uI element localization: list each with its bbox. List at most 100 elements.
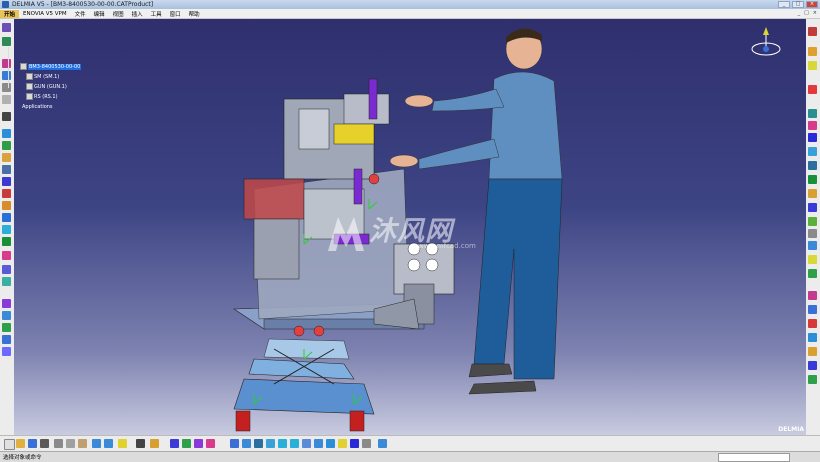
- tool-icon[interactable]: [808, 375, 817, 384]
- tool-icon[interactable]: [206, 439, 215, 448]
- menu-view[interactable]: 视图: [109, 10, 128, 18]
- tool-icon[interactable]: [2, 299, 11, 308]
- tool-icon[interactable]: [808, 305, 817, 314]
- tool-icon[interactable]: [808, 291, 817, 300]
- tool-icon[interactable]: [808, 203, 817, 212]
- tool-icon[interactable]: [808, 361, 817, 370]
- maximize-button[interactable]: □: [792, 1, 804, 8]
- tool-icon[interactable]: [808, 347, 817, 356]
- open-icon[interactable]: [16, 439, 25, 448]
- copy-icon[interactable]: [66, 439, 75, 448]
- menu-enovia[interactable]: ENOVIA V5 VPM: [19, 11, 71, 17]
- undo-icon[interactable]: [92, 439, 101, 448]
- tool-icon[interactable]: [2, 347, 11, 356]
- save-icon[interactable]: [28, 439, 37, 448]
- tool-icon[interactable]: [2, 201, 11, 210]
- swap-space-icon[interactable]: [362, 439, 371, 448]
- tool-icon[interactable]: [2, 165, 11, 174]
- tool-icon[interactable]: [2, 59, 11, 68]
- zoom-in-icon[interactable]: [278, 439, 287, 448]
- multi-view-icon[interactable]: [314, 439, 323, 448]
- compass-widget[interactable]: [746, 23, 786, 63]
- formula-icon[interactable]: [136, 439, 145, 448]
- tool-icon[interactable]: [2, 95, 11, 104]
- cut-icon[interactable]: [54, 439, 63, 448]
- tool-icon[interactable]: [808, 255, 817, 264]
- iso-view-icon[interactable]: [326, 439, 335, 448]
- doc-restore-button[interactable]: □: [804, 10, 809, 16]
- tool-icon[interactable]: [808, 189, 817, 198]
- tool-icon[interactable]: [808, 333, 817, 342]
- tool-icon[interactable]: [808, 109, 817, 118]
- tool-icon[interactable]: [2, 251, 11, 260]
- zoom-out-icon[interactable]: [290, 439, 299, 448]
- print-icon[interactable]: [40, 439, 49, 448]
- normal-view-icon[interactable]: [302, 439, 311, 448]
- tool-icon[interactable]: [808, 161, 817, 170]
- tool-icon[interactable]: [808, 269, 817, 278]
- menu-start[interactable]: 开始: [0, 9, 20, 18]
- tool-icon[interactable]: [2, 237, 11, 246]
- tool-icon[interactable]: [2, 23, 11, 32]
- tool-icon[interactable]: [182, 439, 191, 448]
- menu-edit[interactable]: 编辑: [90, 10, 109, 18]
- tool-icon[interactable]: [808, 175, 817, 184]
- tool-icon[interactable]: [2, 71, 11, 80]
- close-button[interactable]: ×: [806, 1, 818, 8]
- menu-insert[interactable]: 插入: [128, 10, 147, 18]
- tool-icon[interactable]: [808, 319, 817, 328]
- tool-icon[interactable]: [808, 147, 817, 156]
- tree-root-node[interactable]: BM3-8400530-00-00: [20, 63, 82, 70]
- tool-icon[interactable]: [2, 213, 11, 222]
- render-style-icon[interactable]: [338, 439, 347, 448]
- tool-icon[interactable]: [2, 112, 11, 121]
- tool-icon[interactable]: [2, 189, 11, 198]
- tool-icon[interactable]: [808, 121, 817, 130]
- menu-tools[interactable]: 工具: [147, 10, 166, 18]
- tree-node-sm[interactable]: SM (SM.1): [26, 73, 59, 80]
- doc-minimize-button[interactable]: _: [798, 10, 801, 16]
- fly-mode-icon[interactable]: [230, 439, 239, 448]
- tool-icon[interactable]: [2, 141, 11, 150]
- fit-all-icon[interactable]: [242, 439, 251, 448]
- tool-icon[interactable]: [2, 225, 11, 234]
- tool-icon[interactable]: [2, 83, 11, 92]
- tool-icon[interactable]: [2, 335, 11, 344]
- tool-icon[interactable]: [808, 61, 817, 70]
- pan-icon[interactable]: [254, 439, 263, 448]
- tool-icon[interactable]: [808, 229, 817, 238]
- tool-icon[interactable]: [2, 265, 11, 274]
- tool-icon[interactable]: [808, 85, 817, 94]
- tool-icon[interactable]: [808, 217, 817, 226]
- tool-icon[interactable]: [808, 241, 817, 250]
- new-icon[interactable]: [4, 439, 15, 450]
- tool-icon[interactable]: [808, 47, 817, 56]
- tool-icon[interactable]: [2, 277, 11, 286]
- doc-close-button[interactable]: ×: [813, 10, 817, 16]
- tool-icon[interactable]: [2, 311, 11, 320]
- tree-node-applications[interactable]: Applications: [22, 104, 53, 110]
- tool-icon[interactable]: [2, 37, 11, 46]
- hide-show-icon[interactable]: [350, 439, 359, 448]
- tool-icon[interactable]: [2, 153, 11, 162]
- tool-icon[interactable]: [2, 323, 11, 332]
- menu-file[interactable]: 文件: [71, 10, 90, 18]
- 3d-viewport[interactable]: 沐风网 www.mfcad.com DELMIA: [14, 19, 806, 435]
- tool-icon[interactable]: [808, 133, 817, 142]
- tool-icon[interactable]: [2, 177, 11, 186]
- catalog-icon[interactable]: [170, 439, 179, 448]
- menu-help[interactable]: 帮助: [185, 10, 204, 18]
- minimize-button[interactable]: _: [778, 1, 790, 8]
- tool-icon[interactable]: [378, 439, 387, 448]
- paste-icon[interactable]: [78, 439, 87, 448]
- tool-icon[interactable]: [2, 129, 11, 138]
- knowledge-icon[interactable]: [150, 439, 159, 448]
- help-icon[interactable]: [118, 439, 127, 448]
- tree-node-gun[interactable]: GUN (GUN.1): [26, 83, 67, 90]
- tree-node-rs[interactable]: RS (RS.1): [26, 93, 58, 100]
- rotate-icon[interactable]: [266, 439, 275, 448]
- redo-icon[interactable]: [104, 439, 113, 448]
- tool-icon[interactable]: [194, 439, 203, 448]
- tool-icon[interactable]: [808, 27, 817, 36]
- menu-window[interactable]: 窗口: [166, 10, 185, 18]
